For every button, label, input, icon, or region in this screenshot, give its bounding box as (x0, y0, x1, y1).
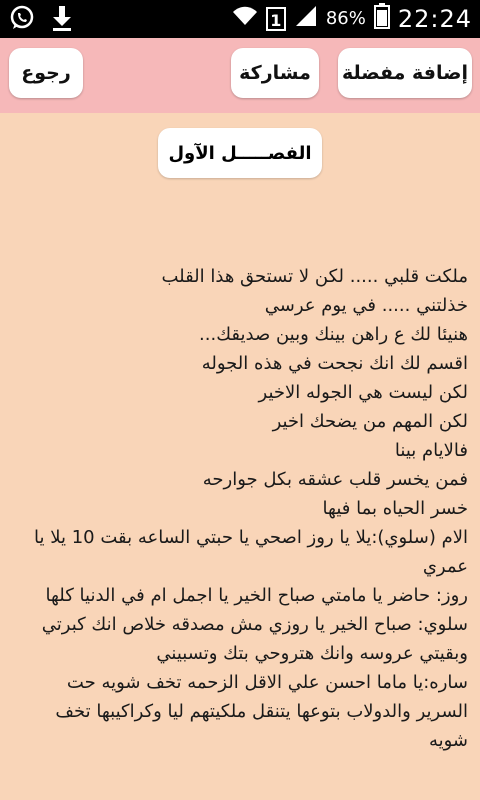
notification-icons (8, 4, 74, 36)
text-line: خسر الحياه بما فيها (322, 498, 468, 519)
text-line: هنيئا لك ع راهن بينك وبين صديقك... (199, 324, 468, 345)
wifi-icon (232, 5, 258, 32)
toolbar: رجوع مشاركة إضافة مفضلة (0, 38, 480, 113)
text-line: لكن المهم من يضحك اخير (272, 411, 468, 432)
add-favorite-button[interactable]: إضافة مفضلة (338, 48, 472, 98)
system-icons: 1 86% 22:24 (232, 3, 472, 34)
clock: 22:24 (397, 4, 472, 33)
download-icon (50, 4, 74, 36)
back-button[interactable]: رجوع (9, 48, 83, 98)
text-line: ساره:يا ماما احسن علي الاقل الزحمه تخف ش… (55, 672, 468, 751)
text-line: روز: حاضر يا مامتي صباح الخير يا اجمل ام… (45, 585, 468, 606)
story-text: ملكت قلبي ..... لكن لا تستحق هذا القلب خ… (20, 262, 468, 755)
text-line: الام (سلوي):يلا يا روز اصحي يا حبتي السا… (34, 527, 468, 577)
text-line: فمن يخسر قلب عشقه بكل جوارحه (202, 469, 468, 490)
text-line: ملكت قلبي ..... لكن لا تستحق هذا القلب (161, 266, 468, 287)
battery-percent: 86% (325, 8, 366, 29)
text-line: فالايام بينا (394, 440, 468, 461)
text-line: خذلتني ..... في يوم عرسي (264, 295, 468, 316)
battery-icon (373, 3, 390, 34)
text-line: اقسم لك انك نجحت في هذه الجوله (201, 353, 468, 374)
share-button[interactable]: مشاركة (231, 48, 319, 98)
status-bar: 1 86% 22:24 (0, 0, 480, 38)
whatsapp-icon (8, 4, 36, 36)
signal-icon (294, 5, 318, 32)
text-line: سلوي: صباح الخير يا روزي مش مصدقه خلاص ا… (41, 614, 468, 664)
sim-icon: 1 (265, 6, 286, 31)
chapter-title: الفصـــــل الآول (158, 128, 322, 178)
text-line: لكن ليست هي الجوله الاخير (258, 382, 468, 403)
